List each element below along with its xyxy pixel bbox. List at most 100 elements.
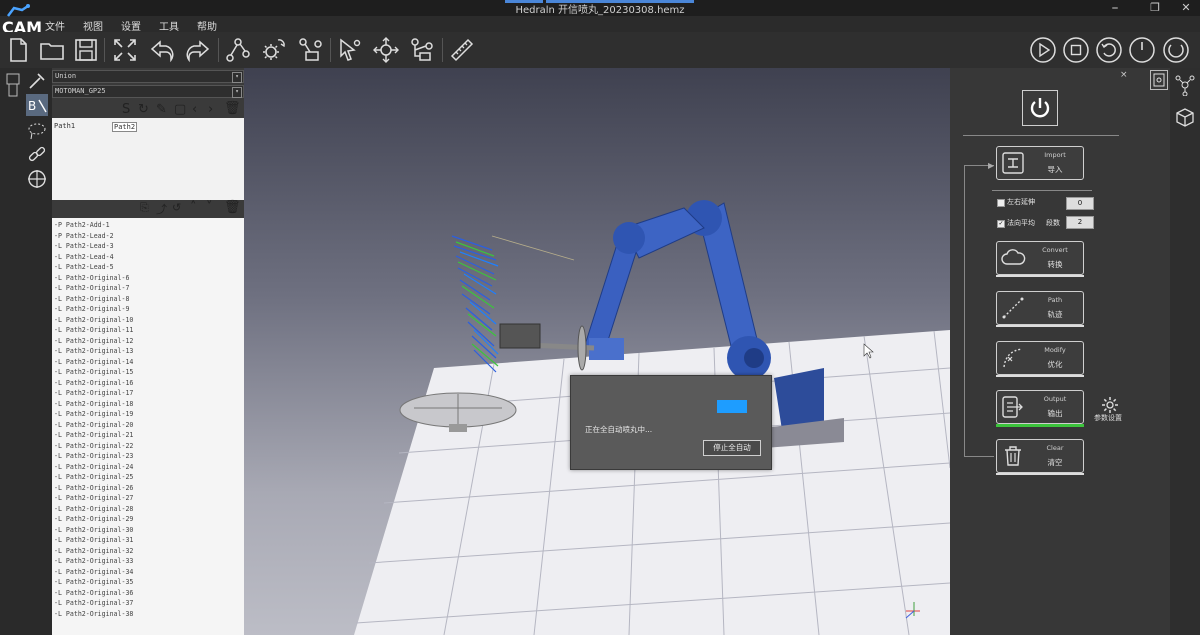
tree-item[interactable]: -L Path2-Original-37 [52, 598, 244, 609]
segments-input[interactable]: 2 [1066, 216, 1094, 229]
stop-auto-button[interactable]: 停止全自动 [703, 440, 761, 456]
menu-view[interactable]: 视图 [74, 16, 112, 33]
tree-item[interactable]: -L Path2-Original-34 [52, 567, 244, 578]
panel-close-icon[interactable]: × [1120, 70, 1128, 80]
open-folder-icon[interactable] [36, 34, 68, 66]
move-gizmo-icon[interactable] [370, 34, 402, 66]
chevron-right-icon[interactable]: › [208, 102, 213, 117]
power-icon[interactable] [1128, 36, 1156, 64]
path-button[interactable]: Path 轨迹 [996, 291, 1084, 325]
add-doc-icon[interactable]: ⎘ [140, 201, 149, 215]
tree-item[interactable]: -P Path2-Add-1 [52, 220, 244, 231]
tree-item[interactable]: -L Path2-Original-33 [52, 556, 244, 567]
tree-item[interactable]: -L Path2-Original-10 [52, 315, 244, 326]
tree-item[interactable]: -L Path2-Original-15 [52, 367, 244, 378]
maximize-button[interactable]: ❐ [1145, 1, 1165, 14]
tree-item[interactable]: -L Path2-Original-11 [52, 325, 244, 336]
tree-item[interactable]: -L Path2-Original-30 [52, 525, 244, 536]
tree-item[interactable]: -L Path2-Original-13 [52, 346, 244, 357]
trash-icon[interactable]: 🗑 [224, 101, 241, 116]
workflow-tab-icon[interactable] [1150, 70, 1168, 90]
tree-item[interactable]: -L Path2-Original-7 [52, 283, 244, 294]
menu-tools[interactable]: 工具 [150, 16, 188, 33]
select-arrow-icon[interactable] [334, 34, 366, 66]
tree-item[interactable]: -L Path2-Original-16 [52, 378, 244, 389]
loop-icon[interactable]: ↺ [172, 201, 181, 214]
tree-item[interactable]: -L Path2-Lead-3 [52, 241, 244, 252]
new-file-icon[interactable] [2, 34, 34, 66]
tree-item[interactable]: -L Path2-Original-19 [52, 409, 244, 420]
chevron-up-icon[interactable]: ˄ [190, 200, 197, 215]
union-dropdown[interactable]: Union ▾ [52, 70, 244, 83]
path-settings-icon[interactable] [258, 34, 290, 66]
lasso-icon[interactable] [26, 120, 48, 142]
tool-icon[interactable] [26, 70, 48, 92]
gear-icon[interactable] [1101, 396, 1119, 414]
minimize-button[interactable]: ⎯ [1105, 1, 1125, 15]
tree-item[interactable]: -L Path2-Original-9 [52, 304, 244, 315]
tree-item[interactable]: -L Path2-Original-25 [52, 472, 244, 483]
tree-item[interactable]: -L Path2-Original-36 [52, 588, 244, 599]
tree-item[interactable]: -L Path2-Lead-4 [52, 252, 244, 263]
path-node-icon[interactable] [222, 34, 254, 66]
tree-item[interactable]: -L Path2-Original-26 [52, 483, 244, 494]
3d-viewport[interactable] [244, 68, 950, 635]
play-icon[interactable] [1029, 36, 1057, 64]
page-icon[interactable]: ▢ [174, 102, 186, 117]
tree-item[interactable]: -L Path2-Lead-5 [52, 262, 244, 273]
tree-node-icon[interactable] [406, 34, 438, 66]
tree-item[interactable]: -L Path2-Original-22 [52, 441, 244, 452]
settings-label[interactable]: 参数设置 [1094, 413, 1122, 423]
fit-view-icon[interactable] [109, 34, 141, 66]
tree-item[interactable]: -L Path2-Original-17 [52, 388, 244, 399]
start-power-button[interactable] [1022, 90, 1058, 126]
tree-item[interactable]: -P Path2-Lead-2 [52, 231, 244, 242]
path-item-selected[interactable]: Path2 [112, 122, 138, 132]
tree-item[interactable]: -L Path2-Original-32 [52, 546, 244, 557]
modify-button[interactable]: Modify 优化 [996, 341, 1084, 375]
exit-icon[interactable] [1162, 36, 1190, 64]
tree-item[interactable]: -L Path2-Original-27 [52, 493, 244, 504]
tree-item[interactable]: -L Path2-Original-14 [52, 357, 244, 368]
tree-item[interactable]: -L Path2-Original-23 [52, 451, 244, 462]
redo-icon[interactable] [182, 34, 214, 66]
link-icon[interactable] [26, 144, 48, 166]
tree-item[interactable]: -L Path2-Original-31 [52, 535, 244, 546]
tree-item[interactable]: -L Path2-Original-8 [52, 294, 244, 305]
branch-icon[interactable]: ⤴ [156, 201, 167, 217]
tree-item[interactable]: -L Path2-Original-20 [52, 420, 244, 431]
s-curve-icon[interactable]: S [122, 102, 130, 117]
mirror-checkbox[interactable] [997, 199, 1005, 207]
trash-icon[interactable]: 🗑 [224, 200, 241, 215]
robot-path-icon[interactable] [294, 34, 326, 66]
save-icon[interactable] [70, 34, 102, 66]
path-item[interactable]: Path1 [54, 122, 75, 130]
output-button[interactable]: Output 输出 [996, 390, 1084, 424]
ruler-icon[interactable] [446, 34, 478, 66]
mirror-input[interactable]: 0 [1066, 197, 1094, 210]
tree-item[interactable]: -L Path2-Original-35 [52, 577, 244, 588]
tree-item[interactable]: -L Path2-Original-21 [52, 430, 244, 441]
menu-help[interactable]: 帮助 [188, 16, 226, 33]
menu-file[interactable]: 文件 [36, 16, 74, 33]
robot-icon[interactable] [4, 72, 22, 98]
robot-dropdown[interactable]: MOTOMAN_GP25 ▾ [52, 85, 244, 98]
tree-item[interactable]: -L Path2-Original-6 [52, 273, 244, 284]
refresh-icon[interactable]: ↻ [138, 102, 149, 117]
tree-item[interactable]: -L Path2-Original-38 [52, 609, 244, 620]
chevron-down-icon[interactable]: ˅ [206, 200, 213, 215]
normal-avg-checkbox[interactable]: ✓ [997, 220, 1005, 228]
undo-icon[interactable] [146, 34, 178, 66]
menu-settings[interactable]: 设置 [112, 16, 150, 33]
close-button[interactable]: ✕ [1176, 1, 1196, 14]
tree-item[interactable]: -L Path2-Original-12 [52, 336, 244, 347]
tree-item[interactable]: -L Path2-Original-28 [52, 504, 244, 515]
tree-item[interactable]: -L Path2-Original-29 [52, 514, 244, 525]
tree-item[interactable]: -L Path2-Original-18 [52, 399, 244, 410]
stop-icon[interactable] [1062, 36, 1090, 64]
target-icon[interactable] [26, 168, 48, 190]
reset-icon[interactable] [1095, 36, 1123, 64]
clear-button[interactable]: Clear 清空 [996, 439, 1084, 473]
edit-doc-icon[interactable]: ✎ [156, 102, 167, 117]
cube-icon[interactable] [1174, 106, 1196, 128]
